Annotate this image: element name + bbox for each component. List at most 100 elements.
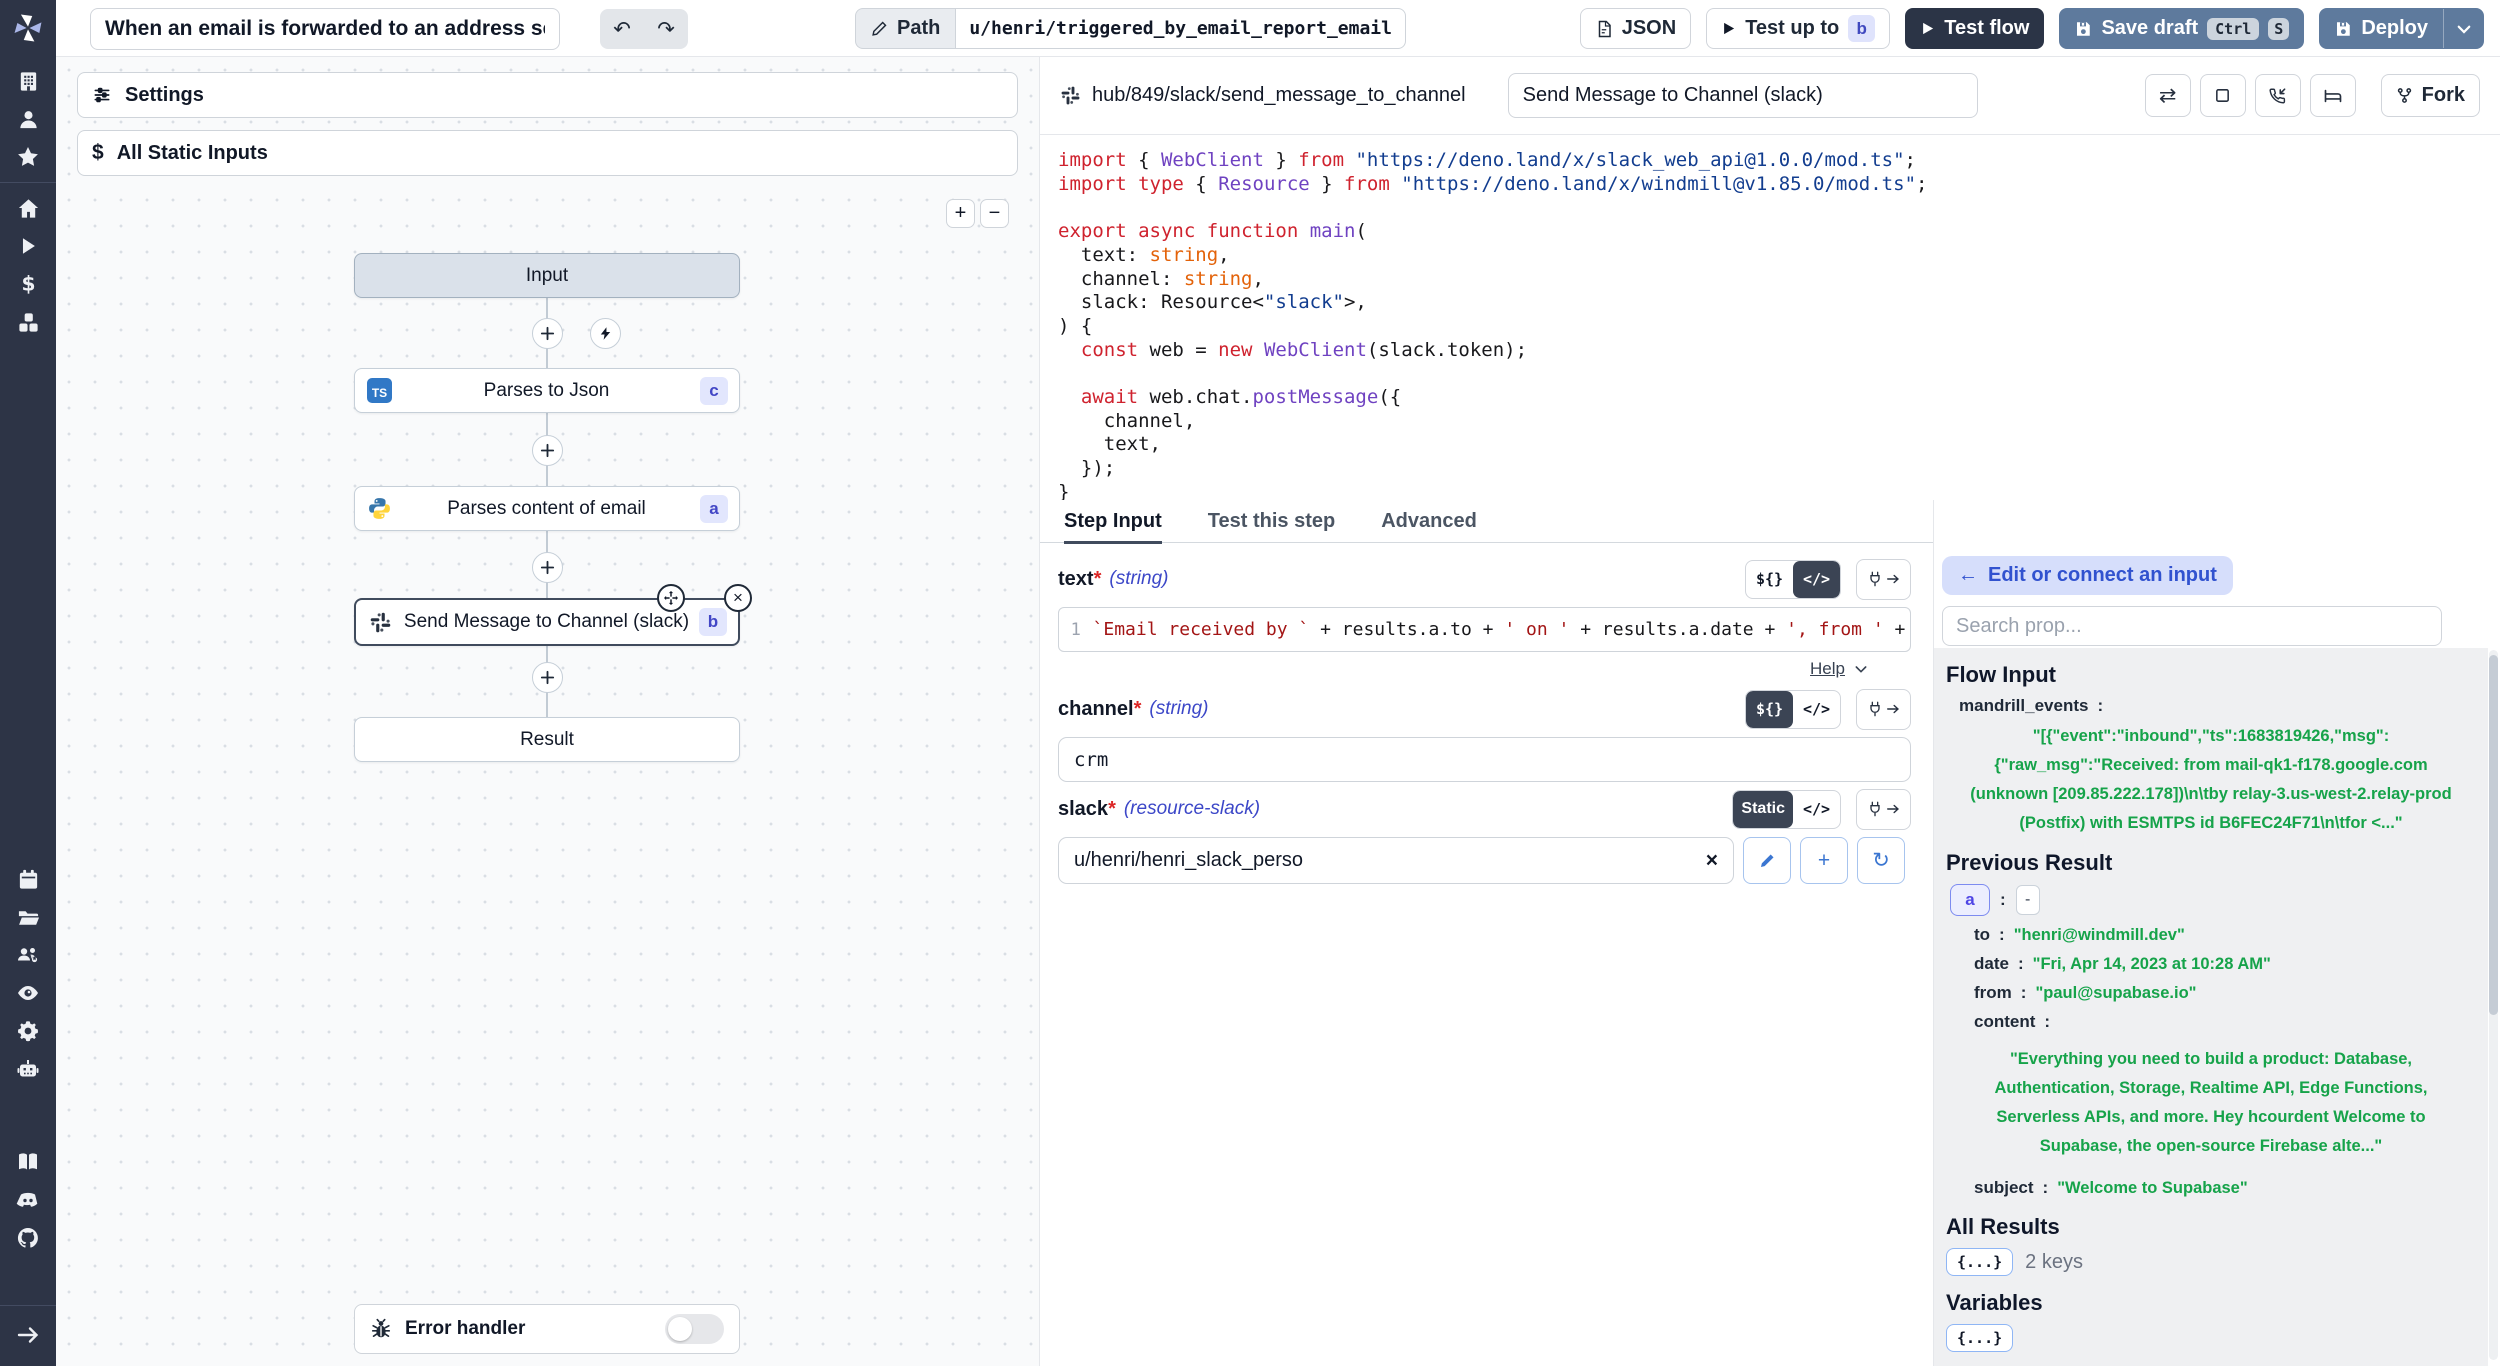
step-summary-input[interactable] xyxy=(1508,73,1978,118)
error-handler-box[interactable]: Error handler xyxy=(354,1304,740,1354)
expr-mode-button[interactable]: ${} xyxy=(1746,691,1793,728)
node-label: Send Message to Channel (slack) xyxy=(394,611,699,633)
deploy-button[interactable]: Deploy xyxy=(2319,8,2484,49)
path-label: Path xyxy=(897,17,940,40)
delete-step-button[interactable]: × xyxy=(724,584,752,612)
bed-icon[interactable] xyxy=(2310,74,2356,117)
result-field-row[interactable]: to:"henri@windmill.dev" xyxy=(1946,925,2476,945)
tab-step-input[interactable]: Step Input xyxy=(1064,500,1162,542)
clear-resource-icon[interactable]: × xyxy=(1706,849,1718,873)
groups-icon[interactable] xyxy=(0,936,56,974)
add-resource-button[interactable]: + xyxy=(1800,837,1848,884)
settings-gear-icon[interactable] xyxy=(0,1012,56,1050)
slack-resource-picker[interactable]: u/henri/henri_slack_perso × xyxy=(1058,837,1734,884)
flow-settings-bar[interactable]: Settings xyxy=(77,72,1018,118)
help-link[interactable]: Help xyxy=(1810,659,1845,679)
code-mode-button[interactable]: </> xyxy=(1793,791,1840,828)
add-step-button[interactable] xyxy=(532,662,563,693)
connect-plug-button[interactable] xyxy=(1856,689,1911,730)
arrow-left-icon: ← xyxy=(1958,564,1978,587)
result-field-row[interactable]: content: xyxy=(1946,1012,2476,1032)
all-results-expand-button[interactable]: {...} xyxy=(1946,1248,2013,1276)
box-icon[interactable] xyxy=(2200,74,2246,117)
edit-resource-button[interactable] xyxy=(1743,837,1791,884)
field-type: (resource-slack) xyxy=(1124,798,1260,820)
runs-play-icon[interactable] xyxy=(0,227,56,265)
flow-node-parses-content-of-email[interactable]: Parses content of email a xyxy=(354,486,740,531)
hub-script-path[interactable]: hub/849/slack/send_message_to_channel xyxy=(1060,84,1466,107)
user-icon[interactable] xyxy=(0,100,56,138)
code-editor[interactable]: import { WebClient } from "https://deno.… xyxy=(1040,136,2492,500)
search-prop-input[interactable] xyxy=(1942,606,2442,646)
refresh-resource-button[interactable]: ↻ xyxy=(1857,837,1905,884)
flow-title-input[interactable] xyxy=(90,8,560,50)
dollar-icon: $ xyxy=(92,141,104,165)
chevron-down-icon[interactable] xyxy=(2455,20,2473,38)
result-field-row[interactable]: from:"paul@supabase.io" xyxy=(1946,983,2476,1003)
flow-node-input[interactable]: Input xyxy=(354,253,740,298)
tab-advanced[interactable]: Advanced xyxy=(1381,500,1477,542)
resources-cubes-icon[interactable] xyxy=(0,303,56,341)
previous-result-fields[interactable]: to:"henri@windmill.dev" date:"Fri, Apr 14… xyxy=(1946,925,2476,1198)
code-mode-button[interactable]: </> xyxy=(1793,691,1840,728)
test-flow-button[interactable]: Test flow xyxy=(1905,8,2044,49)
path-group[interactable]: Path u/henri/triggered_by_email_report_e… xyxy=(855,8,1406,49)
json-button[interactable]: JSON xyxy=(1580,8,1691,49)
result-field-row[interactable]: date:"Fri, Apr 14, 2023 at 10:28 AM" xyxy=(1946,954,2476,974)
zoom-out-button[interactable]: − xyxy=(980,199,1009,228)
fork-button[interactable]: Fork xyxy=(2381,74,2480,117)
panel-scrollbar[interactable] xyxy=(2489,650,2498,1360)
connect-plug-button[interactable] xyxy=(1856,789,1911,830)
add-step-button[interactable] xyxy=(532,318,563,349)
flow-node-parses-to-json[interactable]: TS Parses to Json c xyxy=(354,368,740,413)
variables-expand-button[interactable]: {...} xyxy=(1946,1324,2013,1352)
error-handler-toggle[interactable] xyxy=(665,1314,724,1344)
workspace-icon[interactable] xyxy=(0,62,56,100)
swap-arrows-icon[interactable]: ⇄ xyxy=(2145,74,2191,117)
discord-icon[interactable] xyxy=(0,1181,56,1219)
path-value: u/henri/triggered_by_email_report_email xyxy=(955,8,1406,49)
docs-book-icon[interactable] xyxy=(0,1143,56,1181)
flow-editor-canvas: Settings $ All Static Inputs + − Input T… xyxy=(56,57,1040,1366)
context-panel: Flow Input mandrill_events : "[{"event":… xyxy=(1934,648,2488,1366)
save-draft-button[interactable]: Save draft Ctrl S xyxy=(2059,8,2304,49)
audit-eye-icon[interactable] xyxy=(0,974,56,1012)
text-input-mode-toggle: ${} </> xyxy=(1745,560,1841,599)
windmill-logo[interactable] xyxy=(8,8,48,48)
keys-count: 2 keys xyxy=(2025,1251,2083,1274)
variables-dollar-icon[interactable]: $ xyxy=(0,265,56,303)
chevron-down-icon[interactable] xyxy=(1853,661,1869,677)
folders-icon[interactable] xyxy=(0,898,56,936)
flow-node-result[interactable]: Result xyxy=(354,717,740,762)
test-up-to-button[interactable]: Test up to b xyxy=(1706,8,1890,49)
edit-or-connect-pill[interactable]: ← Edit or connect an input xyxy=(1942,556,2233,595)
flow-input-key[interactable]: mandrill_events : xyxy=(1946,696,2476,716)
trigger-bolt-button[interactable] xyxy=(590,318,621,349)
expand-arrow-icon[interactable] xyxy=(0,1316,56,1354)
result-field-row[interactable]: subject:"Welcome to Supabase" xyxy=(1946,1178,2476,1198)
favorites-star-icon[interactable] xyxy=(0,138,56,176)
undo-redo-group: ↶ ↷ xyxy=(600,9,688,49)
zoom-in-button[interactable]: + xyxy=(946,199,975,228)
phone-incoming-icon[interactable] xyxy=(2255,74,2301,117)
collapse-button[interactable]: - xyxy=(2016,885,2040,915)
add-step-button[interactable] xyxy=(532,552,563,583)
text-expression-editor[interactable]: 1 `Email received by ` + results.a.to + … xyxy=(1058,607,1911,652)
all-static-inputs-bar[interactable]: $ All Static Inputs xyxy=(77,130,1018,176)
github-icon[interactable] xyxy=(0,1219,56,1257)
redo-button[interactable]: ↷ xyxy=(644,9,688,49)
step-a-badge[interactable]: a xyxy=(1950,884,1990,916)
workers-robot-icon[interactable] xyxy=(0,1050,56,1088)
channel-value-input[interactable] xyxy=(1058,737,1911,782)
connect-plug-button[interactable] xyxy=(1856,559,1911,600)
code-mode-button[interactable]: </> xyxy=(1793,561,1840,598)
expr-mode-button[interactable]: ${} xyxy=(1746,561,1793,598)
add-step-button[interactable] xyxy=(532,435,563,466)
move-step-handle[interactable] xyxy=(657,584,685,612)
home-icon[interactable] xyxy=(0,189,56,227)
schedules-calendar-icon[interactable] xyxy=(0,860,56,898)
undo-button[interactable]: ↶ xyxy=(600,9,644,49)
tab-test-this-step[interactable]: Test this step xyxy=(1208,500,1335,542)
static-mode-button[interactable]: Static xyxy=(1733,791,1793,828)
flow-input-value[interactable]: "[{"event":"inbound","ts":1683819426,"ms… xyxy=(1946,718,2476,846)
